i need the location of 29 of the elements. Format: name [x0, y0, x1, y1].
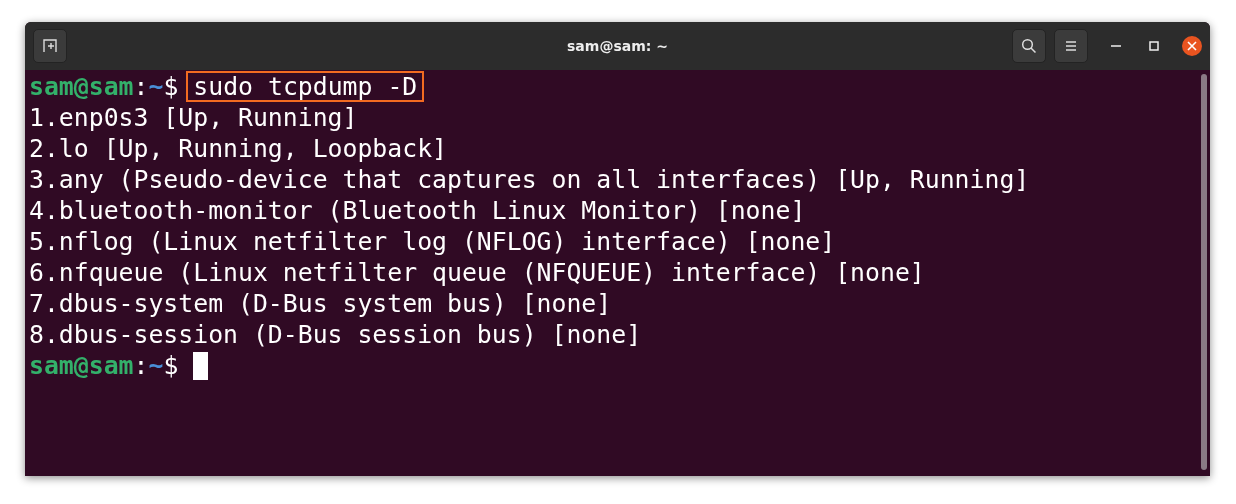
- scrollbar[interactable]: [1201, 74, 1207, 470]
- menu-button[interactable]: [1054, 29, 1088, 63]
- output-line: 5.nflog (Linux netfilter log (NFLOG) interface) [none]: [29, 226, 836, 257]
- prompt-path: ~: [148, 350, 164, 381]
- prompt-user: sam@sam: [29, 71, 134, 102]
- output-line: 8.dbus-session (D-Bus session bus) [none]: [29, 319, 642, 350]
- maximize-icon: [1149, 41, 1159, 51]
- output-line: 2.lo [Up, Running, Loopback]: [29, 133, 447, 164]
- menu-icon: [1065, 40, 1077, 52]
- prompt-separator: :: [133, 71, 149, 102]
- output-line: 3.any (Pseudo-device that captures on all interfaces) [Up, Running]: [29, 164, 1030, 195]
- output-line: 4.bluetooth-monitor (Bluetooth Linux Monitor) [none]: [29, 195, 806, 226]
- output-line: 1.enp0s3 [Up, Running]: [29, 102, 358, 133]
- window-title: sam@sam: ~: [567, 38, 668, 54]
- output-line: 7.dbus-system (D-Bus system bus) [none]: [29, 288, 612, 319]
- search-button[interactable]: [1012, 29, 1046, 63]
- prompt-user: sam@sam: [29, 350, 134, 381]
- search-icon: [1021, 38, 1037, 54]
- command-text: sudo tcpdump -D: [186, 71, 425, 102]
- new-tab-icon: [42, 38, 58, 54]
- close-button[interactable]: [1182, 36, 1202, 56]
- prompt-separator: :: [133, 350, 149, 381]
- prompt-symbol: $: [163, 71, 179, 102]
- minimize-icon: [1111, 45, 1121, 47]
- prompt-symbol: $: [163, 350, 179, 381]
- prompt-path: ~: [148, 71, 164, 102]
- new-tab-button[interactable]: [33, 29, 67, 63]
- output-line: 6.nfqueue (Linux netfilter queue (NFQUEUE) interface) [none]: [29, 257, 925, 288]
- close-icon: [1187, 41, 1197, 51]
